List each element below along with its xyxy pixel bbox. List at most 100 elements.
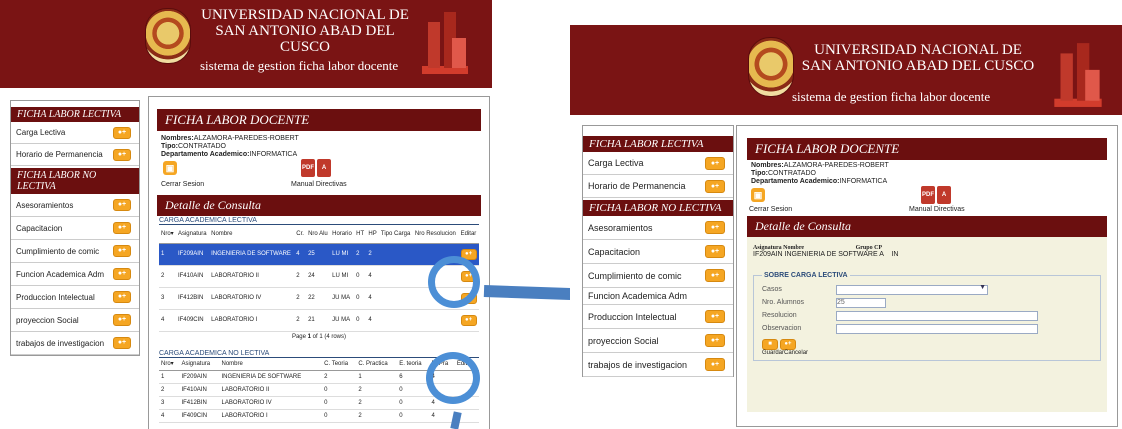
carga-lectiva-fieldset: SOBRE CARGA LECTIVA Casos ▼ Nro. Alumnos… bbox=[753, 272, 1101, 361]
ficha-title: FICHA LABOR DOCENTE bbox=[157, 109, 481, 131]
sort-icon[interactable]: ▾ bbox=[171, 361, 174, 367]
col-tipo-carga[interactable]: Tipo Carga bbox=[378, 225, 413, 244]
col-asignatura[interactable]: Asignatura bbox=[179, 357, 220, 371]
system-subtitle: sistema de gestion ficha labor docente bbox=[200, 58, 399, 73]
add-user-icon[interactable]: ●+ bbox=[113, 126, 131, 139]
sidebar-item-capacitacion[interactable]: Capacitacion ●+ bbox=[11, 217, 139, 240]
col-c-practica[interactable]: C. Practica bbox=[356, 357, 398, 371]
col-cr[interactable]: Cr. bbox=[294, 225, 307, 244]
sidebar-item-carga-lectiva[interactable]: Carga Lectiva ●+ bbox=[583, 152, 733, 175]
table-row[interactable]: 3 IF412BIN LABORATORIO IV 0 2 0 4 bbox=[159, 396, 479, 410]
cell: 2 bbox=[354, 243, 367, 266]
pdf-icon[interactable]: PDF bbox=[921, 186, 935, 204]
manual-directivas-link[interactable]: Manual Directivas bbox=[291, 181, 347, 188]
resolucion-input[interactable] bbox=[836, 310, 1038, 321]
add-user-icon[interactable]: ●+ bbox=[113, 199, 131, 211]
casos-select[interactable]: ▼ bbox=[836, 284, 988, 295]
col-nro[interactable]: Nro▾ bbox=[159, 357, 180, 371]
cell: 0 bbox=[354, 265, 367, 288]
lock-icon[interactable]: ▣ bbox=[163, 161, 177, 175]
cell: LABORATORIO II bbox=[219, 383, 323, 397]
edit-add-user-icon[interactable]: ●+ bbox=[460, 314, 477, 326]
sidebar-header-lectiva: FICHA LABOR LECTIVA bbox=[583, 136, 733, 152]
col-e-teoria[interactable]: E. teoria bbox=[397, 357, 430, 371]
sidebar-item-proyeccion[interactable]: proyeccion Social ●+ bbox=[583, 329, 733, 353]
dropdown-icon[interactable]: ▼ bbox=[979, 284, 986, 291]
add-user-icon[interactable]: ●+ bbox=[705, 221, 725, 234]
add-user-icon[interactable]: ●+ bbox=[705, 334, 725, 347]
sidebar-item-asesoramientos[interactable]: Asesoramientos ●+ bbox=[583, 216, 733, 240]
cell: 4 bbox=[159, 409, 180, 423]
col-ht[interactable]: HT bbox=[354, 225, 367, 244]
guardar-button[interactable]: Guardar bbox=[762, 350, 784, 356]
lock-icon[interactable]: ▣ bbox=[751, 188, 765, 202]
col-resolucion[interactable]: Nro Resolucion bbox=[412, 225, 459, 244]
col-nombre[interactable]: Nombre bbox=[209, 225, 295, 244]
manual-directivas-link[interactable]: Manual Directivas bbox=[909, 206, 965, 213]
observacion-input[interactable] bbox=[836, 323, 1038, 334]
sidebar-item-capacitacion[interactable]: Capacitacion ●+ bbox=[583, 240, 733, 264]
add-user-icon[interactable]: ●+ bbox=[113, 337, 131, 349]
add-user-icon[interactable]: ●+ bbox=[705, 358, 725, 371]
sidebar-item-horario[interactable]: Horario de Permanencia ●+ bbox=[11, 144, 139, 166]
sidebar-item-proyeccion[interactable]: proyeccion Social ●+ bbox=[11, 309, 139, 332]
sidebar-item-trabajos[interactable]: trabajos de investigacion ●+ bbox=[11, 332, 139, 355]
table-row[interactable]: 4 IF409CIN LABORATORIO I 2 21 JU MA 0 4 ●+ bbox=[159, 309, 479, 332]
col-asignatura[interactable]: Asignatura bbox=[175, 225, 210, 244]
sidebar-item-funcion[interactable]: Funcion Academica Adm bbox=[583, 288, 733, 305]
save-icon[interactable]: ■ bbox=[762, 339, 778, 350]
sidebar-item-horario[interactable]: Horario de Permanencia ●+ bbox=[583, 175, 733, 198]
cerrar-sesion-link[interactable]: Cerrar Sesion bbox=[161, 181, 204, 188]
sidebar-header-lectiva: FICHA LABOR LECTIVA bbox=[11, 107, 139, 122]
sidebar-item-produccion[interactable]: Produccion Intelectual ●+ bbox=[583, 305, 733, 329]
add-user-icon[interactable]: ●+ bbox=[705, 269, 725, 282]
sidebar-item-label: Horario de Permanencia bbox=[588, 181, 686, 191]
cerrar-sesion-link[interactable]: Cerrar Sesion bbox=[749, 206, 792, 213]
sidebar-item-cumplimiento[interactable]: Cumplimiento de comic ●+ bbox=[11, 240, 139, 263]
add-user-icon[interactable]: ●+ bbox=[705, 156, 725, 170]
pager-page[interactable]: 1 bbox=[308, 334, 311, 340]
col-nombre[interactable]: Nombre bbox=[219, 357, 323, 371]
col-nro[interactable]: Nro▾ bbox=[159, 225, 176, 244]
cell: IF409CIN bbox=[179, 409, 220, 423]
pdf-icon[interactable]: PDF bbox=[301, 159, 315, 177]
sidebar-item-label: Capacitacion bbox=[16, 223, 63, 233]
sidebar-item-trabajos[interactable]: trabajos de investigacion ●+ bbox=[583, 353, 733, 377]
add-user-icon[interactable]: ●+ bbox=[113, 222, 131, 234]
add-user-icon[interactable]: ●+ bbox=[705, 179, 725, 193]
sidebar-item-asesoramientos[interactable]: Asesoramientos ●+ bbox=[11, 194, 139, 217]
cell: 22 bbox=[306, 287, 331, 310]
col-horario[interactable]: Horario bbox=[330, 225, 355, 244]
resolucion-row: Resolucion bbox=[762, 309, 1092, 322]
casos-label: Casos bbox=[762, 286, 782, 293]
add-user-icon[interactable]: ●+ bbox=[113, 245, 131, 257]
col-c-teoria[interactable]: C. Teoria bbox=[322, 357, 357, 371]
cancel-add-user-icon[interactable]: ●+ bbox=[779, 339, 796, 350]
col-hp[interactable]: HP bbox=[366, 225, 379, 244]
add-user-icon[interactable]: ●+ bbox=[113, 268, 131, 280]
pdf-icon[interactable]: A bbox=[937, 186, 951, 204]
add-user-icon[interactable]: ●+ bbox=[113, 148, 131, 161]
table-row[interactable]: 1 IF209AIN INGENIERIA DE SOFTWARE 4 25 LU MI 2… bbox=[159, 243, 479, 266]
cancelar-button[interactable]: Cancelar bbox=[784, 350, 808, 356]
cell: INGENIERIA DE SOFTWARE bbox=[219, 370, 323, 384]
add-user-icon[interactable]: ●+ bbox=[113, 314, 131, 326]
pdf-icon[interactable]: A bbox=[317, 159, 331, 177]
sort-icon[interactable]: ▾ bbox=[171, 231, 174, 237]
cell: IF412BIN bbox=[175, 287, 210, 310]
actions-row: ▣ Cerrar Sesion PDF A Manual Directivas bbox=[149, 159, 489, 191]
table-row[interactable]: 4 IF409CIN LABORATORIO I0204 bbox=[159, 409, 479, 423]
sidebar-item-cumplimiento[interactable]: Cumplimiento de comic ●+ bbox=[583, 264, 733, 288]
col-nro-alu[interactable]: Nro Alu bbox=[306, 225, 331, 244]
left-screenshot: UNIVERSIDAD NACIONAL DE SAN ANTONIO ABAD… bbox=[0, 0, 492, 429]
add-user-icon[interactable]: ●+ bbox=[705, 310, 725, 323]
sidebar-item-carga-lectiva[interactable]: Carga Lectiva ●+ bbox=[11, 122, 139, 144]
sidebar-item-label: trabajos de investigacion bbox=[16, 338, 105, 348]
add-user-icon[interactable]: ●+ bbox=[705, 245, 725, 258]
sidebar-item-produccion[interactable]: Produccion Intelectual ●+ bbox=[11, 286, 139, 309]
nro-alumnos-input[interactable]: 25 bbox=[836, 297, 886, 308]
sidebar-item-funcion[interactable]: Funcion Academica Adm ●+ bbox=[11, 263, 139, 286]
add-user-icon[interactable]: ●+ bbox=[113, 291, 131, 303]
nombres-value: ALZAMORA-PAREDES-ROBERT bbox=[193, 135, 299, 142]
pager-suffix: of 1 (4 rows) bbox=[312, 333, 347, 340]
